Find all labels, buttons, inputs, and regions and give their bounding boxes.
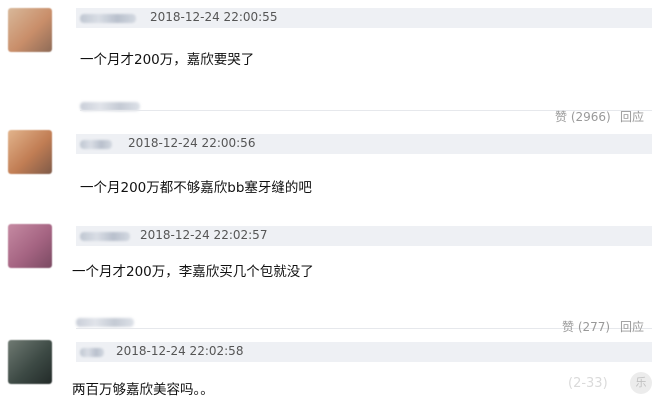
watermark-logo-icon: 乐 [630,372,652,394]
avatar[interactable] [8,8,52,52]
reply-button[interactable]: 回应 [620,108,644,125]
like-button[interactable]: 赞 (277) [562,318,610,335]
username-blurred[interactable] [80,348,104,357]
avatar[interactable] [8,340,52,384]
like-button[interactable]: 赞 (2966) [555,108,611,125]
comment-text: 两百万够嘉欣美容吗。。 [72,382,214,398]
timestamp: 2018-12-24 22:02:57 [140,228,268,242]
comment-item: 2018-12-24 22:02:57 一个月才200万，李嘉欣买几个包就没了 … [0,222,657,335]
username-blurred[interactable] [80,14,136,23]
timestamp: 2018-12-24 22:00:55 [150,10,278,24]
comment-item: 2018-12-24 22:02:58 两百万够嘉欣美容吗。。 [0,338,657,406]
comment-meta-bar: 2018-12-24 22:00:56 [76,134,652,154]
comment-item: 2018-12-24 22:00:55 一个月才200万，嘉欣要哭了 赞 (29… [0,0,657,124]
comment-meta-bar: 2018-12-24 22:02:57 [76,226,652,246]
avatar[interactable] [8,130,52,174]
comment-item: 2018-12-24 22:00:56 一个月200万都不够嘉欣bb塞牙缝的吧 [0,126,657,216]
reply-preview-blurred [76,318,134,327]
avatar[interactable] [8,224,52,268]
comment-text: 一个月才200万，嘉欣要哭了 [80,52,255,68]
username-blurred[interactable] [80,232,130,241]
watermark-text: (2-33) [568,376,608,391]
username-blurred[interactable] [80,140,112,149]
timestamp: 2018-12-24 22:02:58 [116,344,244,358]
comment-meta-bar: 2018-12-24 22:02:58 [76,342,652,362]
timestamp: 2018-12-24 22:00:56 [128,136,256,150]
reply-button[interactable]: 回应 [620,318,644,335]
comment-text: 一个月才200万，李嘉欣买几个包就没了 [72,264,314,280]
comment-text: 一个月200万都不够嘉欣bb塞牙缝的吧 [80,180,312,196]
comment-meta-bar: 2018-12-24 22:00:55 [76,8,652,28]
